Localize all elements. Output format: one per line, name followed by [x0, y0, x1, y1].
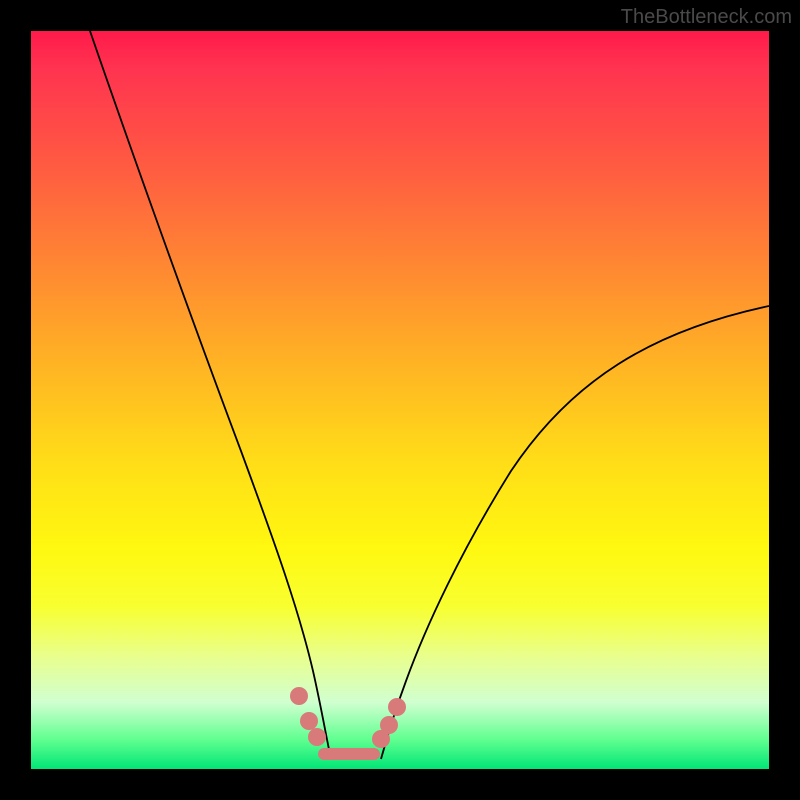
- marker-right-2: [380, 716, 398, 734]
- curve-right-branch: [381, 306, 769, 759]
- curve-left-branch: [90, 31, 331, 759]
- marker-left-3: [308, 728, 326, 746]
- marker-left-1: [290, 687, 308, 705]
- flat-marker-bar: [318, 748, 380, 760]
- watermark-text: TheBottleneck.com: [621, 6, 792, 29]
- marker-right-3: [388, 698, 406, 716]
- bottleneck-curve: [31, 31, 769, 769]
